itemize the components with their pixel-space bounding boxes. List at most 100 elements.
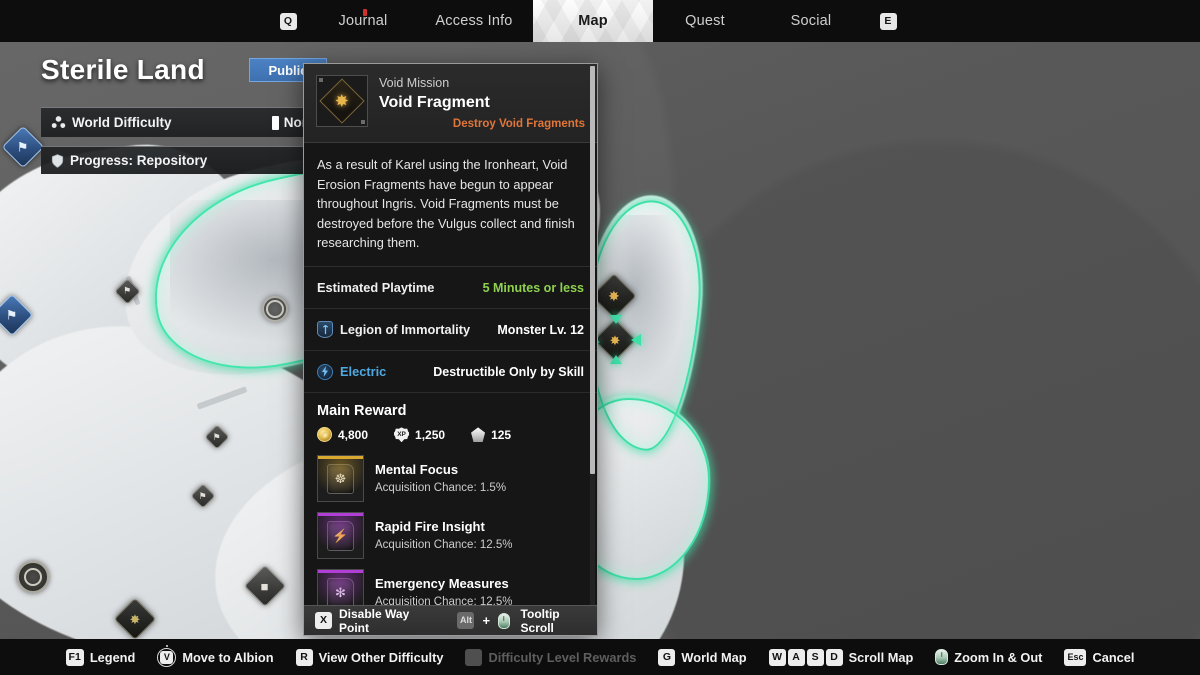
map-marker-small[interactable]: ⚑	[190, 483, 216, 509]
mission-type: Void Mission	[379, 76, 450, 90]
map-marker-objective[interactable]	[17, 561, 49, 593]
cmd-world-map[interactable]: G World Map	[658, 648, 747, 666]
tab-access-info[interactable]: Access Info	[415, 0, 533, 42]
flag-icon: ⚑	[123, 285, 132, 296]
rarity-glow	[318, 513, 363, 559]
currency-gold: 4,800	[317, 427, 369, 443]
alt-keycap[interactable]: Alt	[457, 612, 475, 629]
stat-row-faction: Legion of Immortality Monster Lv. 12	[304, 309, 597, 352]
reward-item-name: Rapid Fire Insight	[375, 518, 485, 534]
cmd-difficulty-level-rewards-label: Difficulty Level Rewards	[488, 649, 637, 665]
cmd-legend[interactable]: F1 Legend	[65, 648, 136, 666]
reward-item-name: Mental Focus	[375, 461, 459, 477]
lightning-bolt-icon	[322, 366, 328, 378]
tab-map[interactable]: Map	[533, 0, 653, 42]
a-keycap: A	[787, 648, 805, 666]
white-gem-icon	[471, 427, 486, 443]
top-tab-bar: Q Journal Access Info Map Quest Social E	[0, 0, 1200, 42]
reward-item-thumbnail: ✻	[317, 569, 364, 605]
tab-map-label: Map	[578, 13, 608, 29]
map-marker-bookmark[interactable]: ⚑	[1, 125, 45, 169]
tab-social[interactable]: Social	[757, 0, 865, 42]
difficulty-bar-icon	[271, 115, 279, 130]
playtime-label-group: Estimated Playtime	[317, 280, 434, 295]
world-difficulty-row[interactable]: World Difficulty Norm	[41, 107, 329, 137]
void-icon: ✸	[608, 287, 620, 304]
progress-label: Progress: Repository	[70, 153, 208, 168]
flag-icon: ⚑	[198, 490, 208, 501]
disable-waypoint-label: Disable Way Point	[339, 606, 410, 635]
wasd-keycaps: W A S D	[768, 648, 843, 666]
reward-item-meta: Rapid Fire Insight Acquisition Chance: 1…	[375, 519, 584, 553]
progress-label-group: Progress: Repository	[51, 153, 207, 168]
cmd-cancel[interactable]: Esc Cancel	[1064, 648, 1135, 666]
tab-next-key[interactable]: E	[865, 0, 911, 42]
difficulty-icon	[51, 116, 66, 128]
gold-coin-icon	[317, 427, 332, 443]
cmd-cancel-label: Cancel	[1092, 649, 1135, 665]
bookmark-icon: ⚑	[17, 139, 29, 155]
void-icon: ✸	[129, 611, 141, 627]
map-marker-bookmark[interactable]: ⚑	[0, 293, 34, 337]
map-marker-void[interactable]: ✸	[591, 273, 637, 319]
v-keycap: V	[160, 650, 174, 664]
stat-row-element: Electric Destructible Only by Skill	[304, 351, 597, 394]
stat-row-playtime: Estimated Playtime 5 Minutes or less	[304, 267, 597, 310]
mission-description: As a result of Karel using the Ironheart…	[304, 143, 597, 268]
cmd-view-other-difficulty-label: View Other Difficulty	[318, 649, 444, 665]
reward-item-row[interactable]: ☸ Mental Focus Acquisition Chance: 1.5%	[317, 451, 584, 508]
element-label-group: Electric	[317, 363, 386, 380]
map-marker-small[interactable]: ⚑	[204, 424, 230, 450]
map-marker-small[interactable]: ⚑	[114, 278, 141, 305]
map-marker-hub[interactable]	[262, 296, 288, 322]
cmd-move-to-albion[interactable]: V Move to Albion	[157, 647, 274, 667]
reward-item-chance: Acquisition Chance: 12.5%	[375, 595, 513, 605]
tooltip-scroll-area[interactable]: ✸ Void Mission Void Fragment Destroy Voi…	[304, 64, 597, 605]
tooltip-header-text: Void Mission Void Fragment Destroy Void …	[379, 75, 585, 132]
reward-item-row[interactable]: ⚡ Rapid Fire Insight Acquisition Chance:…	[317, 508, 584, 565]
reward-item-thumbnail: ☸	[317, 455, 364, 503]
reward-item-thumbnail: ⚡	[317, 512, 364, 560]
esc-keycap: Esc	[1064, 648, 1087, 666]
reward-item-meta: Mental Focus Acquisition Chance: 1.5%	[375, 462, 584, 496]
mouse-wheel-icon	[935, 649, 949, 665]
cmd-zoom[interactable]: Zoom In & Out	[935, 649, 1042, 665]
tab-quest[interactable]: Quest	[653, 0, 757, 42]
cmd-difficulty-level-rewards: Difficulty Level Rewards	[465, 648, 637, 666]
x-keycap[interactable]: X	[315, 612, 332, 629]
cmd-scroll-map[interactable]: W A S D Scroll Map	[768, 648, 914, 666]
map-marker-void[interactable]: ✸	[113, 597, 157, 641]
reward-item-chance: Acquisition Chance: 12.5%	[375, 538, 513, 551]
mission-tooltip-panel[interactable]: ✸ Void Mission Void Fragment Destroy Voi…	[303, 63, 598, 636]
public-button-label: Public	[268, 62, 308, 78]
map-marker-facility[interactable]: ■	[243, 564, 287, 608]
reward-item-row[interactable]: ✻ Emergency Measures Acquisition Chance:…	[317, 565, 584, 605]
cmd-legend-label: Legend	[89, 649, 136, 665]
page-title: Sterile Land	[41, 54, 205, 85]
tab-journal[interactable]: Journal	[311, 0, 415, 42]
tooltip-scrollbar-thumb[interactable]	[590, 66, 595, 474]
cmd-world-map-label: World Map	[681, 649, 747, 665]
currency-row: 4,800 XP 1,250 125	[317, 427, 584, 443]
v-key-circle: V	[157, 647, 177, 667]
mission-icon-frame: ✸	[316, 75, 368, 127]
tab-prev-key[interactable]: Q	[265, 0, 311, 42]
d-keycap: D	[825, 648, 843, 666]
cmd-zoom-label: Zoom In & Out	[954, 649, 1043, 665]
map-marker-void-selected[interactable]: ✸	[587, 315, 641, 364]
gem-value: 125	[491, 427, 512, 442]
topbar-left-spacer	[0, 0, 265, 42]
currency-xp: XP 1,250	[394, 427, 445, 443]
target-icon	[17, 561, 49, 593]
monster-level-value: Monster Lv. 12	[497, 322, 584, 337]
cmd-move-to-albion-label: Move to Albion	[182, 649, 274, 665]
progress-row[interactable]: Progress: Repository	[41, 146, 329, 174]
cmd-scroll-map-label: Scroll Map	[848, 649, 914, 665]
g-keycap: G	[658, 648, 676, 666]
map-canvas[interactable]: ⚑ ⚑ ⚑ ⚑ ⚑ ✸ ■ ✸ ✸	[0, 0, 1200, 675]
f1-keycap: F1	[65, 648, 84, 666]
cmd-view-other-difficulty[interactable]: R View Other Difficulty	[295, 648, 444, 666]
tooltip-scrollbar-track[interactable]	[590, 66, 595, 605]
gold-value: 4,800	[338, 427, 369, 442]
main-reward-heading: Main Reward	[317, 403, 407, 420]
